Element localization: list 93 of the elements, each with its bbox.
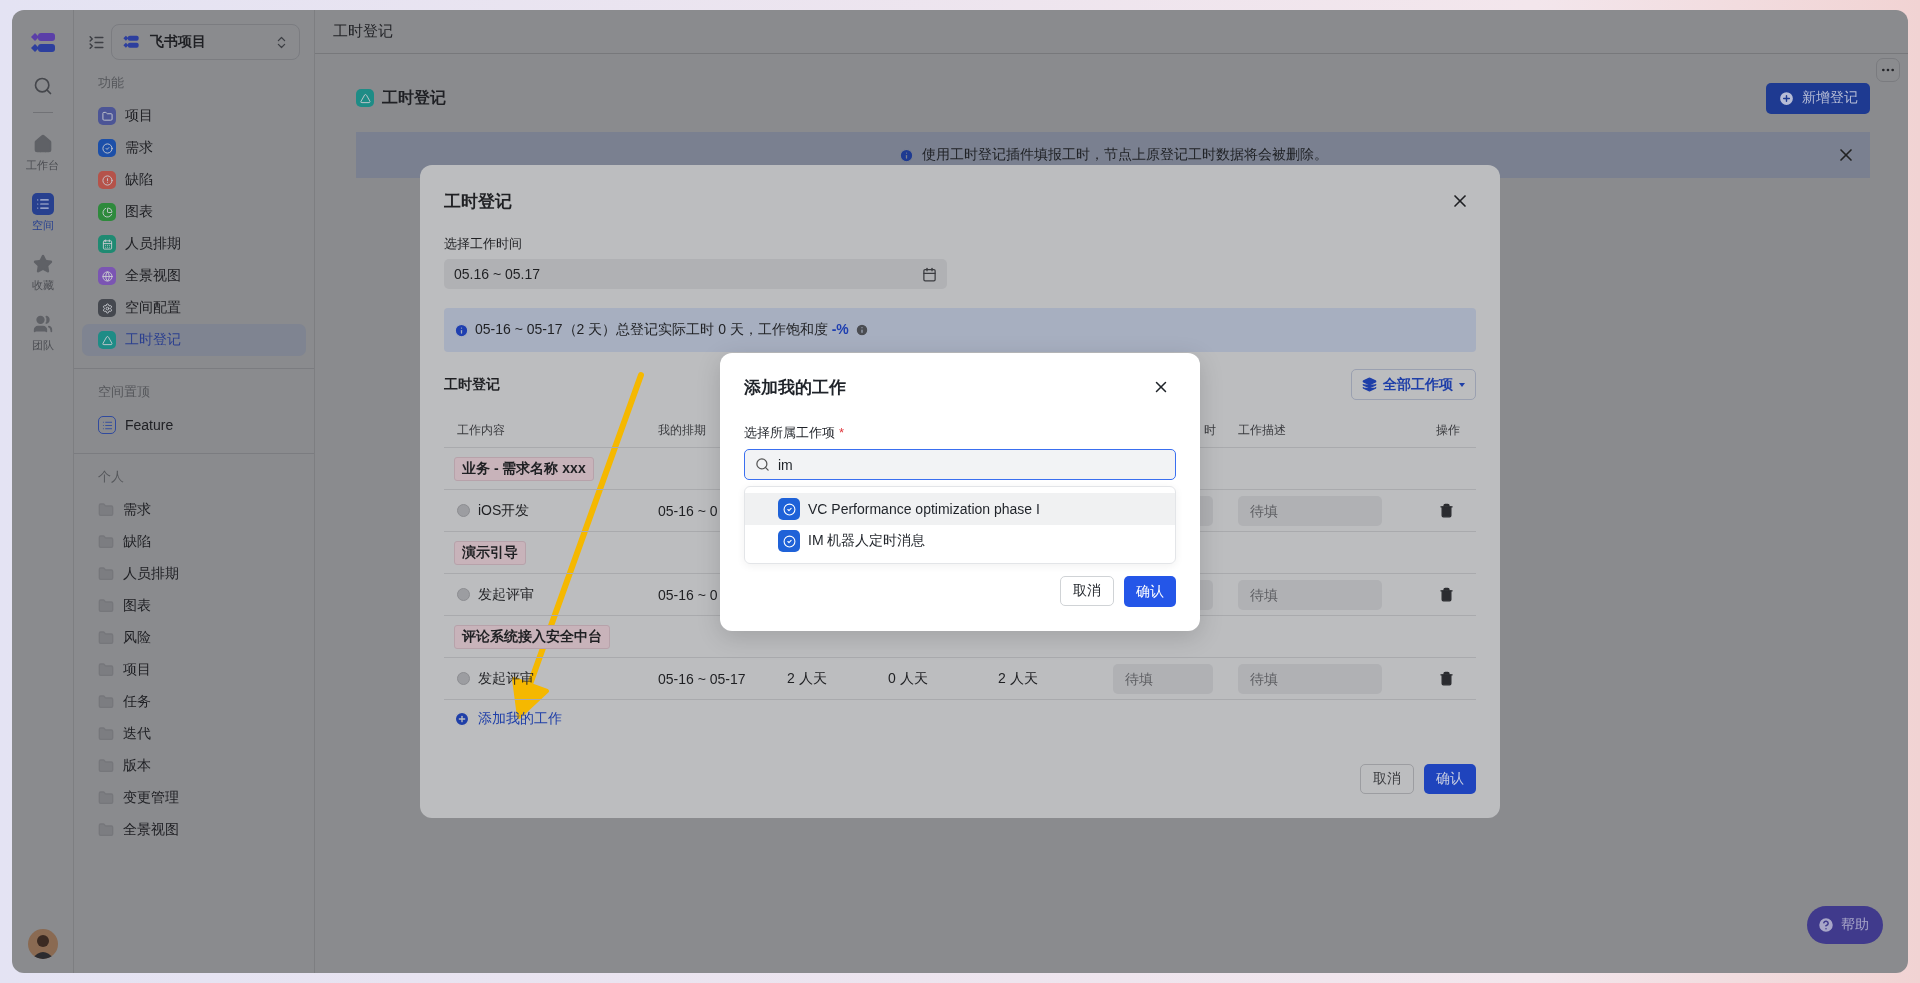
layers-icon — [1362, 377, 1377, 392]
avatar[interactable] — [27, 929, 58, 959]
sidebar-item[interactable]: 图表 — [82, 590, 306, 622]
triangle-icon — [356, 89, 374, 107]
dialog-title: 添加我的工作 — [744, 376, 846, 399]
sidebar-item[interactable]: Feature — [82, 409, 306, 441]
plus-icon — [1778, 89, 1795, 107]
info-icon — [454, 322, 469, 338]
cancel-button[interactable]: 取消 — [1060, 576, 1114, 606]
sidebar-item[interactable]: 需求 — [82, 132, 306, 164]
collapse-icon[interactable] — [88, 33, 105, 51]
trash-icon — [1439, 671, 1454, 686]
logo-icon — [29, 32, 56, 54]
list-icon — [98, 416, 116, 434]
sidebar-item[interactable]: 需求 — [82, 494, 306, 526]
table-cell: 05-16 ~ 0 — [658, 502, 718, 519]
notice-text: 使用工时登记插件填报工时，节点上原登记工时数据将会被删除。 — [921, 146, 1328, 164]
date-field[interactable]: 05.16 ~ 05.17 — [444, 259, 947, 289]
modal-title: 工时登记 — [444, 190, 512, 213]
sidebar-item[interactable]: 全景视图 — [82, 814, 306, 846]
sidebar-item[interactable]: 项目 — [82, 654, 306, 686]
rail-item[interactable]: 团队 — [31, 313, 54, 353]
description-field[interactable]: 待填 — [1238, 663, 1382, 694]
confirm-button[interactable]: 确认 — [1424, 764, 1476, 794]
description-field[interactable]: 待填 — [1238, 579, 1382, 610]
header-title: 工时登记 — [333, 22, 393, 41]
table-cell: 05-16 ~ 0 — [658, 586, 718, 603]
table-cell: 发起评审 — [478, 585, 534, 604]
add-work-link[interactable]: 添加我的工作 — [454, 710, 562, 728]
trash-icon — [1439, 503, 1454, 518]
group-tag: 业务 - 需求名称 xxx — [454, 456, 594, 481]
info-icon — [898, 147, 914, 163]
more-button[interactable] — [1876, 58, 1900, 82]
sidebar-item[interactable]: 风险 — [82, 622, 306, 654]
group-tag: 评论系统接入安全中台 — [454, 624, 610, 649]
column-header: 操作 — [1436, 422, 1460, 439]
filter-button[interactable]: 全部工作项 — [1351, 369, 1476, 400]
delete-button[interactable] — [1439, 503, 1454, 518]
sidebar-item[interactable]: 任务 — [82, 686, 306, 718]
space-icon — [31, 193, 54, 215]
plus-icon — [454, 711, 470, 727]
sidebar-item[interactable]: 图表 — [82, 196, 306, 228]
help-button[interactable]: 帮助 — [1807, 906, 1883, 944]
calendar-icon — [922, 266, 937, 282]
section-title: 工时登记 — [444, 375, 500, 394]
column-header: 工作内容 — [456, 422, 506, 439]
delete-button[interactable] — [1439, 587, 1454, 602]
sidebar-item[interactable]: 工时登记 — [82, 324, 306, 356]
search-field[interactable]: im — [744, 449, 1176, 480]
new-entry-button[interactable]: 新增登记 — [1766, 82, 1870, 114]
table-cell: 2 人天 — [998, 669, 1038, 688]
field-label: 选择工作时间 — [444, 235, 523, 253]
column-header: 我的排期 — [658, 422, 706, 439]
sidebar-item[interactable]: 缺陷 — [82, 526, 306, 558]
sidebar-item[interactable]: 变更管理 — [82, 782, 306, 814]
sidebar-item[interactable]: 人员排期 — [82, 228, 306, 260]
star-icon — [31, 253, 54, 275]
dropdown-option[interactable]: IM 机器人定时消息 — [745, 525, 1175, 557]
group-tag: 演示引导 — [454, 540, 526, 565]
column-header: 工作描述 — [1238, 422, 1286, 439]
trash-icon — [1439, 587, 1454, 602]
column-header: 时 — [1203, 422, 1217, 439]
logo-icon — [122, 35, 140, 49]
status-dot-icon — [457, 588, 470, 601]
sidebar-item[interactable]: 人员排期 — [82, 558, 306, 590]
sidebar-item[interactable]: 缺陷 — [82, 164, 306, 196]
field-label: 选择所属工作项 * — [744, 424, 846, 442]
confirm-button[interactable]: 确认 — [1124, 576, 1176, 607]
dropdown-option[interactable]: VC Performance optimization phase I — [745, 493, 1175, 525]
table-cell: 2 人天 — [787, 669, 827, 688]
sidebar-item[interactable]: 项目 — [82, 100, 306, 132]
delete-button[interactable] — [1439, 671, 1454, 686]
sidebar-item[interactable]: 版本 — [82, 750, 306, 782]
cancel-button[interactable]: 取消 — [1360, 764, 1414, 794]
description-field[interactable]: 待填 — [1238, 495, 1382, 526]
sidebar-item[interactable]: 全景视图 — [82, 260, 306, 292]
space-selector[interactable]: 飞书项目 — [111, 24, 300, 60]
search-icon[interactable] — [32, 76, 53, 96]
search-icon — [755, 457, 770, 472]
summary-text: 05-16 ~ 05-17（2 天）总登记实际工时 0 天，工作饱和度 -% — [475, 321, 849, 339]
sidebar-item[interactable]: 迭代 — [82, 718, 306, 750]
table-cell: 0 人天 — [888, 669, 928, 688]
info-icon[interactable] — [854, 323, 869, 337]
rail-item[interactable]: 空间 — [31, 193, 54, 233]
table-cell: iOS开发 — [478, 501, 530, 520]
people-icon — [31, 313, 54, 335]
help-icon — [1817, 916, 1835, 934]
status-dot-icon — [457, 672, 470, 685]
status-dot-icon — [457, 504, 470, 517]
table-cell: 05-16 ~ 05-17 — [658, 670, 746, 687]
hours-field[interactable]: 待填 — [1113, 663, 1213, 694]
page-title: 工时登记 — [382, 87, 446, 108]
sidebar-item[interactable]: 空间配置 — [82, 292, 306, 324]
